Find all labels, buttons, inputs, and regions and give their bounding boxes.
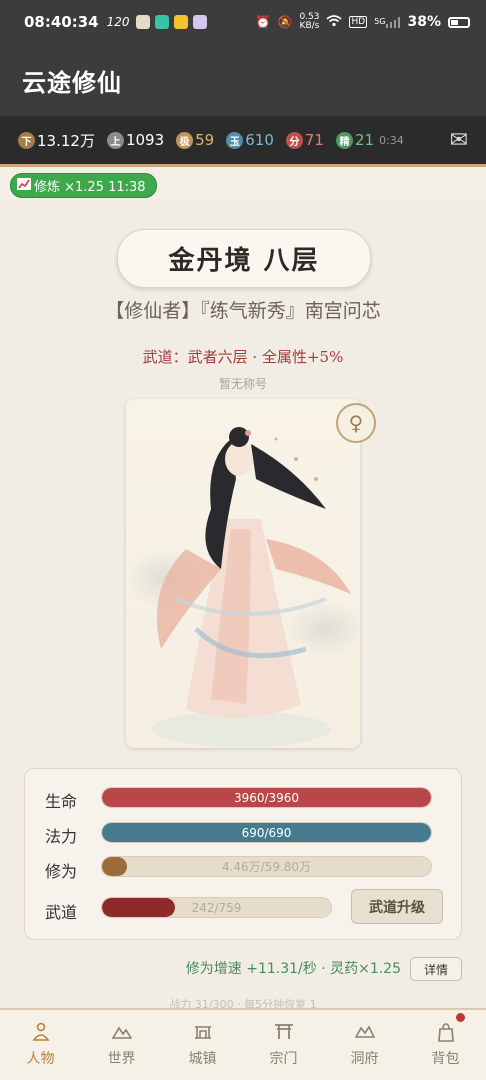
energy-timer: 0:34 <box>379 133 404 147</box>
martial-label: 武道 <box>45 903 78 922</box>
energy-icon: 精 <box>335 131 353 149</box>
martial-value: 242/759 <box>191 900 242 915</box>
low-stone-icon: 下 <box>18 131 35 149</box>
realm-title: 金丹境 八层 <box>117 229 371 288</box>
signal-icon: 5G <box>374 16 401 28</box>
hp-label: 生命 <box>45 792 78 811</box>
hp-value: 3960/3960 <box>233 790 300 805</box>
hp-bar: 3960/3960 <box>101 787 432 808</box>
notification-dot <box>456 1013 465 1022</box>
mp-label: 法力 <box>45 827 78 846</box>
nav-character[interactable]: 人物 <box>0 1010 81 1080</box>
app-title: 云途修仙 <box>22 68 122 97</box>
battery-percent: 38% <box>407 14 441 30</box>
battery-icon <box>448 16 470 28</box>
resource-energy[interactable]: 精 21 0:34 <box>335 131 404 149</box>
envelope-icon[interactable]: ✉ <box>450 128 468 153</box>
nav-sect[interactable]: 宗门 <box>243 1010 324 1080</box>
jade-icon: 玉 <box>226 131 244 149</box>
notification-app-icon <box>173 15 188 29</box>
mp-value: 690/690 <box>241 825 292 840</box>
wifi-icon <box>326 14 343 30</box>
martial-bar: 242/759 <box>101 897 332 918</box>
cave-icon <box>354 1022 375 1042</box>
sect-gate-icon <box>274 1022 294 1042</box>
trend-chart-icon <box>17 177 31 194</box>
high-stone-icon: 上 <box>106 131 124 149</box>
nav-cave[interactable]: 洞府 <box>324 1010 405 1080</box>
details-button[interactable]: 详情 <box>410 957 462 981</box>
stats-panel: 生命 3960/3960 法力 690/690 修为 4.46万/59.80万 … <box>24 768 462 940</box>
clock: 08:40:34 <box>24 13 99 31</box>
person-icon <box>31 1022 50 1042</box>
app-bar: 云途修仙 <box>0 44 486 116</box>
resource-points[interactable]: 分 71 <box>285 131 324 149</box>
cultivation-value: 4.46万/59.80万 <box>221 860 312 874</box>
martial-upgrade-button[interactable]: 武道升级 <box>351 889 443 924</box>
status-bar: 08:40:34 120 ⏰ 🔕 0.53 KB/s HD 5G 38% <box>0 0 486 44</box>
resource-high-stone[interactable]: 上 1093 <box>106 131 164 149</box>
cultivation-label: 修为 <box>45 862 78 881</box>
status-icons: ⏰ 🔕 0.53 KB/s HD 5G 38% <box>256 13 470 31</box>
nav-bag[interactable]: 背包 <box>405 1010 486 1080</box>
supreme-stone-icon: 极 <box>176 131 194 149</box>
honor-title: 暂无称号 <box>218 377 267 391</box>
world-icon <box>111 1022 132 1042</box>
bottom-nav: 人物 世界 城镇 宗门 洞府 背包 <box>0 1008 486 1080</box>
header-divider <box>0 164 486 167</box>
bag-icon <box>437 1022 455 1042</box>
town-icon <box>193 1022 213 1042</box>
hd-icon: HD <box>349 16 368 28</box>
resource-bar: 下 13.12万 上 1093 极 59 玉 610 分 71 精 21 0:3… <box>0 116 486 164</box>
alarm-icon: ⏰ <box>255 15 271 29</box>
resource-low-stone[interactable]: 下 13.12万 <box>18 130 95 151</box>
character-portrait[interactable] <box>126 399 360 748</box>
martial-status: 武道：武者六层 · 全属性+5% <box>142 348 344 366</box>
network-speed: 0.53 KB/s <box>299 12 320 31</box>
refresh-rate: 120 <box>106 15 130 29</box>
notification-app-icon <box>135 15 150 29</box>
mute-icon: 🔕 <box>277 15 293 29</box>
cultivation-bar: 4.46万/59.80万 <box>101 856 432 877</box>
nav-town[interactable]: 城镇 <box>162 1010 243 1080</box>
resource-jade[interactable]: 玉 610 <box>226 131 274 149</box>
nav-world[interactable]: 世界 <box>81 1010 162 1080</box>
notification-app-icon <box>154 15 169 29</box>
mp-bar: 690/690 <box>101 822 432 843</box>
cultivation-speed: 修为增速 +11.31/秒 · 灵药×1.25 <box>185 961 401 977</box>
character-name: 【修仙者】『练气新秀』南宫问芯 <box>105 300 381 322</box>
training-badge[interactable]: 修炼 ×1.25 11:38 <box>10 173 157 198</box>
notification-app-icon <box>192 15 207 29</box>
gender-female-icon[interactable]: ♀ <box>336 403 376 443</box>
points-icon: 分 <box>285 131 303 149</box>
resource-supreme-stone[interactable]: 极 59 <box>176 131 214 149</box>
